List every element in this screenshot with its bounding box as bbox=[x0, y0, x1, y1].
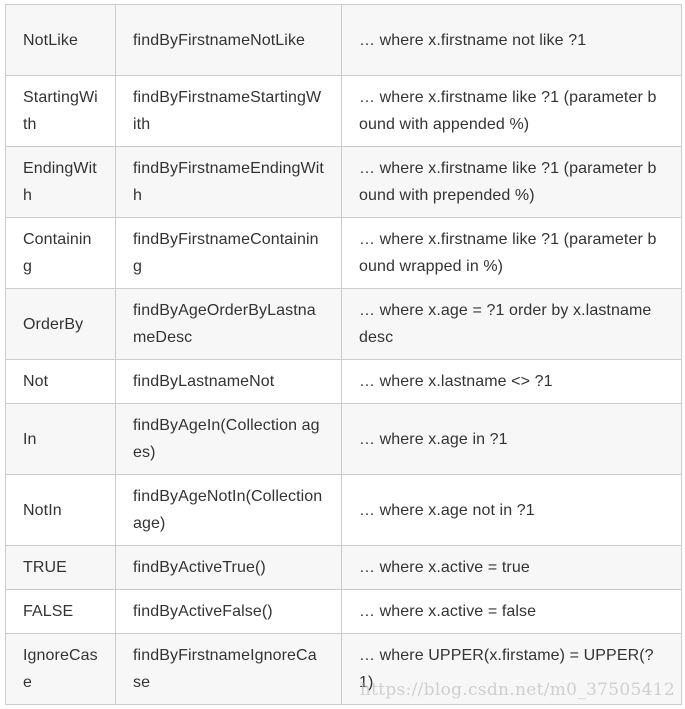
table-row: NotLike findByFirstnameNotLike … where x… bbox=[5, 4, 682, 76]
jpql-cell: … where x.firstname like ?1 (parameter b… bbox=[341, 217, 682, 289]
keyword-cell: NotIn bbox=[5, 474, 116, 546]
keyword-cell: Not bbox=[5, 359, 116, 404]
jpql-cell: … where x.age in ?1 bbox=[341, 403, 682, 475]
table-row: FALSE findByActiveFalse() … where x.acti… bbox=[5, 589, 682, 634]
table-row: TRUE findByActiveTrue() … where x.active… bbox=[5, 545, 682, 590]
jpql-cell: … where x.firstname not like ?1 bbox=[341, 4, 682, 76]
sample-cell: findByAgeNotIn(Collectionage) bbox=[115, 474, 342, 546]
sample-cell: findByActiveTrue() bbox=[115, 545, 342, 590]
table-row: NotIn findByAgeNotIn(Collectionage) … wh… bbox=[5, 474, 682, 546]
sample-cell: findByLastnameNot bbox=[115, 359, 342, 404]
sample-cell: findByFirstnameIgnoreCase bbox=[115, 633, 342, 705]
jpql-cell: … where x.active = true bbox=[341, 545, 682, 590]
keyword-cell: StartingWith bbox=[5, 75, 116, 147]
sample-cell: findByAgeIn(Collection ages) bbox=[115, 403, 342, 475]
jpql-cell: … where x.age = ?1 order by x.lastname d… bbox=[341, 288, 682, 360]
sample-cell: findByFirstnameStartingWith bbox=[115, 75, 342, 147]
table-row: IgnoreCase findByFirstnameIgnoreCase … w… bbox=[5, 633, 682, 705]
jpql-cell: … where x.age not in ?1 bbox=[341, 474, 682, 546]
jpql-cell: … where x.active = false bbox=[341, 589, 682, 634]
sample-cell: findByFirstnameNotLike bbox=[115, 4, 342, 76]
table-row: EndingWith findByFirstnameEndingWith … w… bbox=[5, 146, 682, 218]
keyword-cell: OrderBy bbox=[5, 288, 116, 360]
table-row: Containing findByFirstnameContaining … w… bbox=[5, 217, 682, 289]
keyword-cell: In bbox=[5, 403, 116, 475]
sample-cell: findByActiveFalse() bbox=[115, 589, 342, 634]
table-row: In findByAgeIn(Collection ages) … where … bbox=[5, 403, 682, 475]
keyword-cell: FALSE bbox=[5, 589, 116, 634]
jpql-cell: … where x.lastname <> ?1 bbox=[341, 359, 682, 404]
sample-cell: findByFirstnameContaining bbox=[115, 217, 342, 289]
keyword-cell: Containing bbox=[5, 217, 116, 289]
table-row: Not findByLastnameNot … where x.lastname… bbox=[5, 359, 682, 404]
table-row: StartingWith findByFirstnameStartingWith… bbox=[5, 75, 682, 147]
sample-cell: findByAgeOrderByLastnameDesc bbox=[115, 288, 342, 360]
jpql-cell: … where x.firstname like ?1 (parameter b… bbox=[341, 146, 682, 218]
table-row: OrderBy findByAgeOrderByLastnameDesc … w… bbox=[5, 288, 682, 360]
jpql-cell: … where UPPER(x.firstame) = UPPER(?1) bbox=[341, 633, 682, 705]
sample-cell: findByFirstnameEndingWith bbox=[115, 146, 342, 218]
keyword-cell: NotLike bbox=[5, 4, 116, 76]
query-keywords-table: NotLike findByFirstnameNotLike … where x… bbox=[5, 4, 682, 705]
keyword-cell: EndingWith bbox=[5, 146, 116, 218]
keyword-cell: TRUE bbox=[5, 545, 116, 590]
jpql-cell: … where x.firstname like ?1 (parameter b… bbox=[341, 75, 682, 147]
keyword-cell: IgnoreCase bbox=[5, 633, 116, 705]
